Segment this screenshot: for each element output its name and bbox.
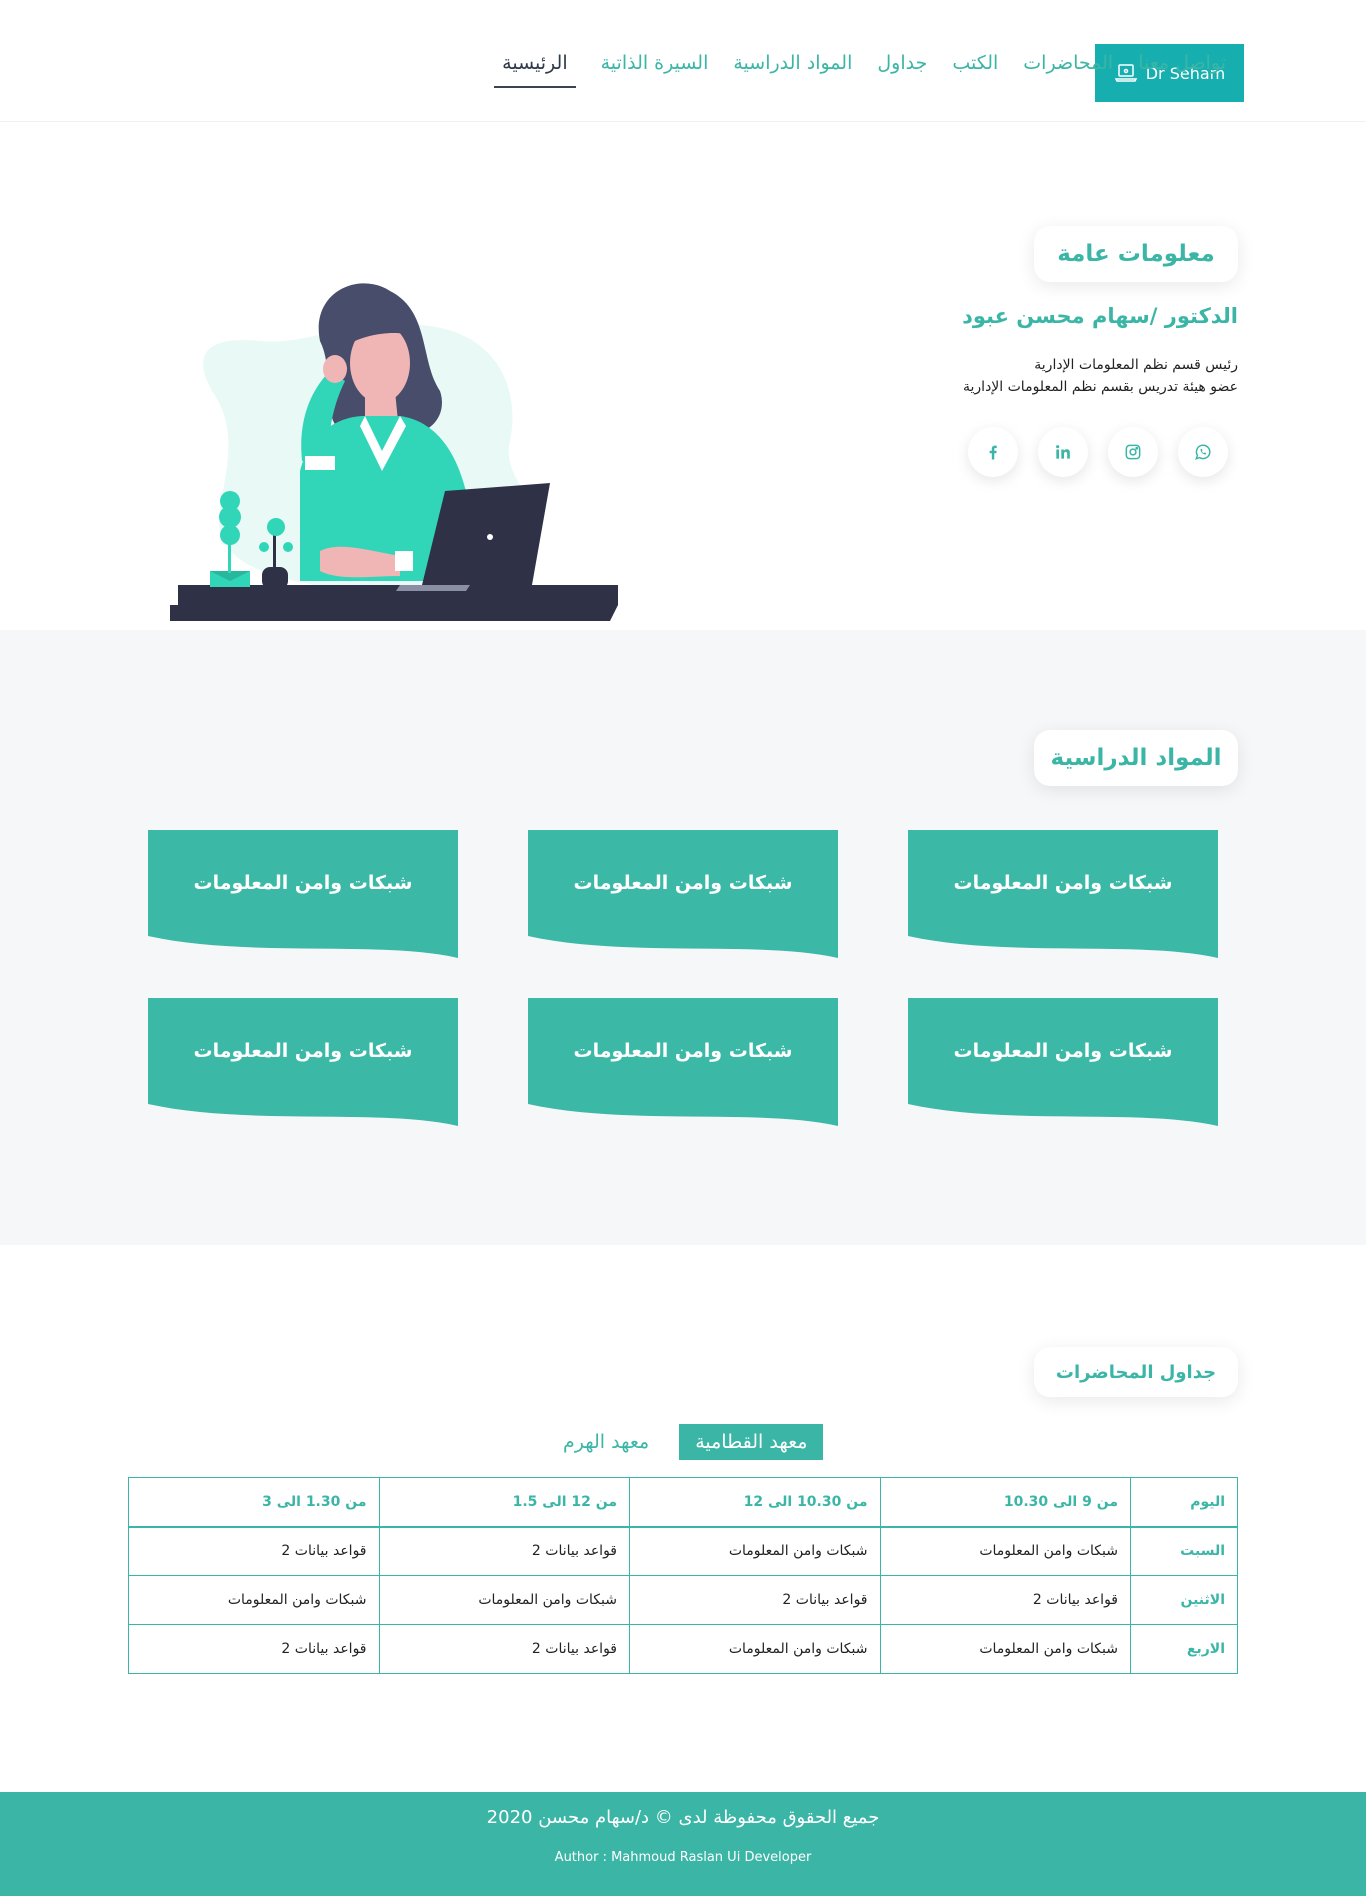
page-footer: جميع الحقوق محفوظة لدى © د/سهام محسن 202… [0,1792,1366,1896]
nav-item-cv[interactable]: السيرة الذاتية [601,52,709,88]
table-cell: قواعد بيانات 2 [378,1624,630,1674]
subject-card[interactable]: شبكات وامن المعلومات [148,830,458,958]
table-cell: قواعد بيانات 2 [128,1526,380,1576]
nav-item-home[interactable]: الرئيسية [494,52,576,88]
day-cell: الاربع [1130,1624,1238,1674]
hero-section: معلومات عامة الدكتور /سهام محسن عبود رئي… [0,123,1366,630]
doctor-name: الدكتور /سهام محسن عبود [962,304,1238,328]
role-line: عضو هيئة تدريس بقسم نظم المعلومات الإدار… [963,379,1238,395]
section-title-general-info: معلومات عامة [1034,226,1238,282]
institute-tabs: معهد القطامية معهد الهرم [547,1424,824,1460]
table-cell: شبكات وامن المعلومات [629,1624,881,1674]
linkedin-link[interactable] [1038,427,1088,477]
woman-at-laptop-illustration [170,283,618,621]
subject-card-label: شبكات وامن المعلومات [573,1040,793,1062]
section-title-schedule: جداول المحاضرات [1034,1347,1238,1397]
subject-card[interactable]: شبكات وامن المعلومات [908,830,1218,958]
main-menu: الرئيسية السيرة الذاتية المواد الدراسية … [494,52,1226,88]
header-cell: من 9 الى 10.30 [879,1477,1131,1528]
header-cell: من 12 الى 1.5 [378,1477,630,1528]
subject-card[interactable]: شبكات وامن المعلومات [148,998,458,1126]
table-cell: قواعد بيانات 2 [879,1575,1131,1625]
table-row: الاربع شبكات وامن المعلومات شبكات وامن ا… [128,1624,1238,1674]
tab-haram[interactable]: معهد الهرم [547,1424,665,1460]
table-cell: شبكات وامن المعلومات [378,1575,630,1625]
table-cell: قواعد بيانات 2 [629,1575,881,1625]
facebook-icon [989,445,997,460]
social-links [968,427,1228,477]
copyright-text: جميع الحقوق محفوظة لدى © د/سهام محسن 202… [486,1807,880,1828]
tab-qatamia[interactable]: معهد القطامية [679,1424,824,1460]
nav-item-contact[interactable]: تواصل معنا [1138,52,1226,88]
nav-item-books[interactable]: الكتب [952,52,998,88]
table-header-row: اليوم من 9 الى 10.30 من 10.30 الى 12 من … [128,1477,1238,1528]
subject-card-label: شبكات وامن المعلومات [573,872,793,894]
header-cell: من 1.30 الى 3 [128,1477,380,1528]
subject-card[interactable]: شبكات وامن المعلومات [528,998,838,1126]
day-cell: الاثنين [1130,1575,1238,1625]
table-cell: شبكات وامن المعلومات [629,1526,881,1576]
subject-card-label: شبكات وامن المعلومات [953,1040,1173,1062]
subject-card[interactable]: شبكات وامن المعلومات [528,830,838,958]
facebook-link[interactable] [968,427,1018,477]
header-cell: من 10.30 الى 12 [629,1477,881,1528]
table-cell: قواعد بيانات 2 [378,1526,630,1576]
instagram-link[interactable] [1108,427,1158,477]
nav-item-lectures[interactable]: المحاضرات [1023,52,1113,88]
whatsapp-icon [1195,444,1211,460]
nav-item-subjects[interactable]: المواد الدراسية [733,52,852,88]
subject-card-label: شبكات وامن المعلومات [953,872,1173,894]
lecture-schedule-table: اليوم من 9 الى 10.30 من 10.30 الى 12 من … [128,1477,1238,1674]
top-navbar: Dr Seham الرئيسية السيرة الذاتية المواد … [0,0,1366,122]
table-cell: قواعد بيانات 2 [128,1624,380,1674]
table-cell: شبكات وامن المعلومات [879,1526,1131,1576]
subjects-section: المواد الدراسية شبكات وامن المعلومات شبك… [0,630,1366,1245]
table-row: السبت شبكات وامن المعلومات شبكات وامن ال… [128,1526,1238,1576]
author-credit: Author : Mahmoud Raslan Ui Developer [554,1850,812,1865]
table-cell: شبكات وامن المعلومات [128,1575,380,1625]
whatsapp-link[interactable] [1178,427,1228,477]
linkedin-icon [1056,445,1070,459]
role-line: رئيس قسم نظم المعلومات الإدارية [1034,357,1238,373]
section-title-subjects: المواد الدراسية [1034,730,1238,786]
table-cell: شبكات وامن المعلومات [879,1624,1131,1674]
nav-item-tables[interactable]: جداول [877,52,927,88]
header-cell: اليوم [1130,1477,1238,1528]
day-cell: السبت [1130,1526,1238,1576]
subject-card-label: شبكات وامن المعلومات [193,1040,413,1062]
table-row: الاثنين قواعد بيانات 2 قواعد بيانات 2 شب… [128,1575,1238,1625]
instagram-icon [1125,444,1141,460]
subject-card-label: شبكات وامن المعلومات [193,872,413,894]
subject-card[interactable]: شبكات وامن المعلومات [908,998,1218,1126]
